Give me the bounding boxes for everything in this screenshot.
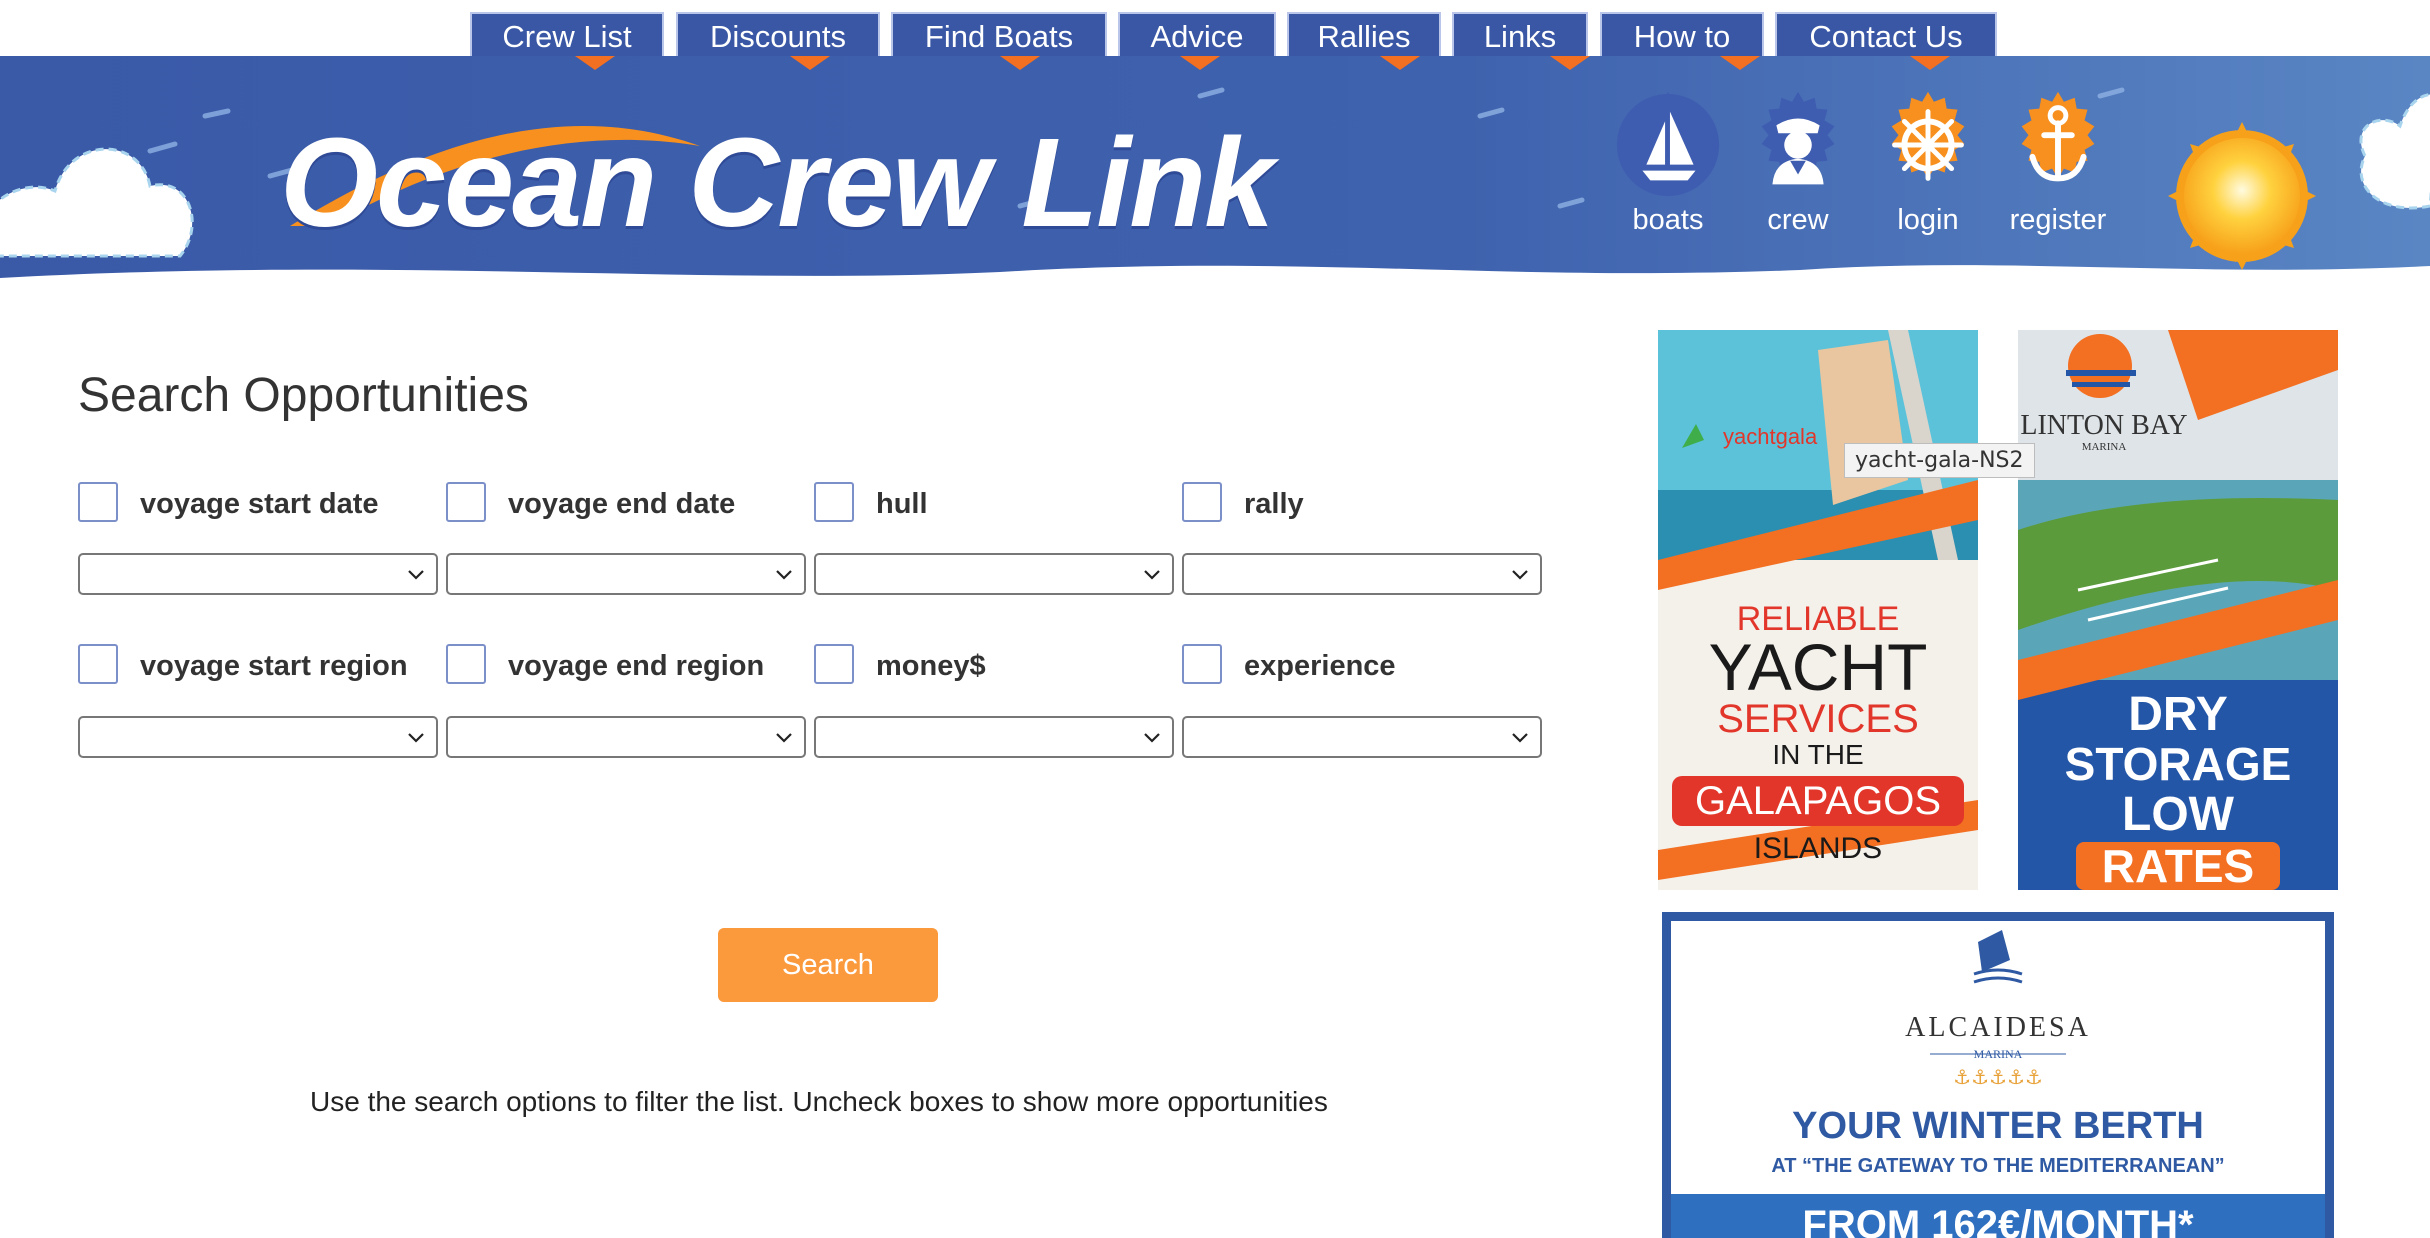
alcaidesa-sub: MARINA xyxy=(1974,1047,2023,1061)
hull-label: hull xyxy=(876,488,928,520)
money-select[interactable] xyxy=(814,716,1174,758)
boats-badge[interactable]: boats xyxy=(1606,86,1730,237)
nav-tab-crew-list[interactable]: Crew List xyxy=(470,12,664,56)
experience-select[interactable] xyxy=(1182,716,1542,758)
money-checkbox[interactable] xyxy=(814,644,854,684)
linton-line-3: LOW xyxy=(2122,788,2235,841)
chevron-down-icon xyxy=(776,570,792,580)
crew-badge[interactable]: crew xyxy=(1736,86,1860,237)
sailor-icon xyxy=(1761,91,1835,185)
filter-experience: experience xyxy=(1182,644,1542,704)
yachtgala-line-4: IN THE xyxy=(1772,739,1863,770)
login-badge[interactable]: login xyxy=(1866,86,1990,237)
nav-tab-how-to[interactable]: How to xyxy=(1600,12,1764,56)
chevron-down-icon xyxy=(1512,733,1528,743)
voyage-end-region-checkbox[interactable] xyxy=(446,644,486,684)
sailboat-icon xyxy=(1616,91,1720,197)
ship-wheel-icon xyxy=(1891,91,1965,181)
voyage-start-region-select[interactable] xyxy=(78,716,438,758)
experience-checkbox[interactable] xyxy=(1182,644,1222,684)
yachtgala-line-3: SERVICES xyxy=(1717,697,1919,741)
chevron-down-icon xyxy=(408,733,424,743)
voyage-end-region-select[interactable] xyxy=(446,716,806,758)
alcaidesa-brand: ALCAIDESA xyxy=(1905,1012,2091,1043)
voyage-end-region-label: voyage end region xyxy=(508,650,765,682)
boats-label: boats xyxy=(1632,204,1704,236)
filter-hull: hull xyxy=(814,482,1174,542)
page-title: Search Opportunities xyxy=(78,369,529,422)
rally-select[interactable] xyxy=(1182,553,1542,595)
linton-line-4: RATES xyxy=(2102,840,2255,890)
alcaidesa-ad-graphic: ALCAIDESA MARINA ⚓⚓⚓⚓⚓ YOUR WINTER BERTH… xyxy=(1662,912,2334,1238)
chevron-down-icon xyxy=(1512,570,1528,580)
yachtgala-line-5: GALAPAGOS xyxy=(1695,779,1941,823)
nav-tab-advice[interactable]: Advice xyxy=(1118,12,1276,56)
chevron-down-icon xyxy=(408,570,424,580)
nav-tab-find-boats[interactable]: Find Boats xyxy=(891,12,1107,56)
login-label: login xyxy=(1897,204,1959,236)
rally-checkbox[interactable] xyxy=(1182,482,1222,522)
chevron-down-icon xyxy=(1144,733,1160,743)
linton-bay-ad-graphic: LINTON BAY MARINA DRY STORAGE LOW RATES xyxy=(2018,330,2338,890)
filter-voyage-start-date: voyage start date xyxy=(78,482,438,542)
voyage-end-date-checkbox[interactable] xyxy=(446,482,486,522)
linton-bay-brand: LINTON BAY xyxy=(2020,410,2187,441)
sun-graphic xyxy=(2168,122,2316,270)
hull-checkbox[interactable] xyxy=(814,482,854,522)
yachtgala-ad-graphic: yachtgala RELIABLE YACHT SERVICES IN THE… xyxy=(1658,330,1978,890)
filter-money: money$ xyxy=(814,644,1174,704)
yachtgala-line-2: YACHT xyxy=(1709,630,1928,704)
top-navigation: Crew List Discounts Find Boats Advice Ra… xyxy=(0,0,2430,56)
filter-row-2: voyage start region voyage end region mo… xyxy=(78,644,1542,704)
nav-tab-rallies[interactable]: Rallies xyxy=(1287,12,1441,56)
alcaidesa-subline: AT “THE GATEWAY TO THE MEDITERRANEAN” xyxy=(1771,1155,2224,1177)
yachtgala-line-6: ISLANDS xyxy=(1754,832,1882,865)
chevron-down-icon xyxy=(776,733,792,743)
voyage-start-date-checkbox[interactable] xyxy=(78,482,118,522)
voyage-start-date-label: voyage start date xyxy=(140,488,379,520)
linton-line-1: DRY xyxy=(2128,688,2228,741)
experience-label: experience xyxy=(1244,650,1396,682)
register-label: register xyxy=(2009,204,2107,236)
search-button[interactable]: Search xyxy=(718,928,938,1002)
voyage-start-date-select[interactable] xyxy=(78,553,438,595)
ad-yachtgala[interactable]: yachtgala RELIABLE YACHT SERVICES IN THE… xyxy=(1658,330,1978,890)
money-label: money$ xyxy=(876,650,986,682)
select-row-2 xyxy=(78,716,1542,758)
linton-line-2: STORAGE xyxy=(2065,738,2292,790)
filter-row-1: voyage start date voyage end date hull r… xyxy=(78,482,1542,542)
site-logo[interactable]: Ocean Crew Link xyxy=(280,110,1274,255)
site-banner: Ocean Crew Link boats crew login registe… xyxy=(0,56,2430,284)
yachtgala-brand: yachtgala xyxy=(1723,424,1818,449)
crew-label: crew xyxy=(1767,204,1829,236)
filter-voyage-start-region: voyage start region xyxy=(78,644,438,704)
search-help-text: Use the search options to filter the lis… xyxy=(310,1086,1328,1117)
filter-rally: rally xyxy=(1182,482,1542,542)
alcaidesa-stars: ⚓⚓⚓⚓⚓ xyxy=(1953,1065,2043,1089)
anchor-icon xyxy=(2021,91,2095,182)
register-badge[interactable]: register xyxy=(1996,86,2120,237)
voyage-end-date-select[interactable] xyxy=(446,553,806,595)
hull-select[interactable] xyxy=(814,553,1174,595)
alcaidesa-offer: FROM 162€/MONTH* xyxy=(1802,1203,2194,1238)
nav-tab-contact-us[interactable]: Contact Us xyxy=(1775,12,1997,56)
ad-tooltip: yacht-gala-NS2 xyxy=(1844,443,2035,478)
filter-voyage-end-region: voyage end region xyxy=(446,644,806,704)
ad-alcaidesa[interactable]: ALCAIDESA MARINA ⚓⚓⚓⚓⚓ YOUR WINTER BERTH… xyxy=(1662,912,2334,1238)
filter-voyage-end-date: voyage end date xyxy=(446,482,806,542)
voyage-end-date-label: voyage end date xyxy=(508,488,736,520)
chevron-down-icon xyxy=(1144,570,1160,580)
voyage-start-region-checkbox[interactable] xyxy=(78,644,118,684)
alcaidesa-headline: YOUR WINTER BERTH xyxy=(1792,1105,2204,1147)
rally-label: rally xyxy=(1244,488,1304,520)
nav-tab-links[interactable]: Links xyxy=(1452,12,1588,56)
ad-linton-bay[interactable]: LINTON BAY MARINA DRY STORAGE LOW RATES xyxy=(2018,330,2338,890)
linton-bay-sub: MARINA xyxy=(2082,441,2127,453)
nav-tab-discounts[interactable]: Discounts xyxy=(676,12,880,56)
voyage-start-region-label: voyage start region xyxy=(140,650,408,682)
select-row-1 xyxy=(78,553,1542,595)
